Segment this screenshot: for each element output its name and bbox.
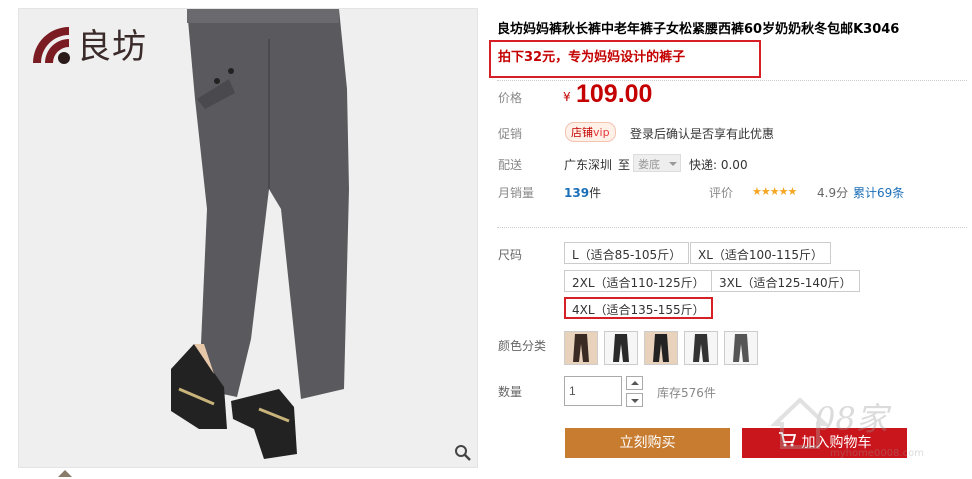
promotion-label: 促销 <box>498 127 523 141</box>
color-label: 颜色分类 <box>498 339 547 353</box>
chevron-up-icon <box>631 381 639 385</box>
brand-logo-icon <box>29 23 71 65</box>
divider <box>497 80 967 81</box>
monthly-sales-value: 139件 <box>564 184 601 201</box>
watermark-text: 08家 <box>815 400 888 438</box>
divider <box>497 227 967 228</box>
rating-stars-icon: ★★★★★ <box>752 185 797 198</box>
price-label: 价格 <box>498 91 523 105</box>
size-option-2xl[interactable]: 2XL（适合110-125斤） <box>564 270 713 292</box>
color-swatch-1[interactable] <box>564 331 598 365</box>
buy-now-button[interactable]: 立刻购买 <box>565 428 730 458</box>
product-title: 良坊妈妈裤秋长裤中老年裤子女松紧腰西裤60岁奶奶秋冬包邮K3046 <box>497 22 900 37</box>
size-option-4xl[interactable]: 4XL（适合135-155斤） <box>564 297 713 319</box>
sales-count: 139 <box>564 186 590 200</box>
size-option-xl[interactable]: XL（适合100-115斤） <box>690 242 832 264</box>
destination-select[interactable]: 娄底 <box>633 154 681 172</box>
brand-logo: 良坊 <box>29 19 147 68</box>
badge-vip-text: vip <box>593 126 610 139</box>
watermark-url: myhome0008.com <box>830 448 924 459</box>
size-option-3xl[interactable]: 3XL（适合125-140斤） <box>711 270 860 292</box>
quantity-label: 数量 <box>498 385 523 399</box>
size-option-l[interactable]: L（适合85-105斤） <box>564 242 690 264</box>
shipping-fee: 快递: 0.00 <box>689 158 748 172</box>
quantity-decrement-button[interactable] <box>626 393 643 407</box>
quantity-input[interactable] <box>564 376 622 406</box>
stock-text: 库存576件 <box>657 386 716 400</box>
quantity-increment-button[interactable] <box>626 376 643 390</box>
chevron-down-icon <box>669 162 677 166</box>
sales-unit: 件 <box>589 186 602 200</box>
badge-shop-text: 店铺 <box>571 126 593 139</box>
color-swatch-2[interactable] <box>604 331 638 365</box>
promo-text: 拍下32元，专为妈妈设计的裤子 <box>498 50 686 65</box>
zoom-icon[interactable] <box>453 443 473 463</box>
price-value: 109.00 <box>576 80 653 108</box>
shipping-to-word: 至 <box>618 158 631 172</box>
color-swatch-3[interactable] <box>644 331 678 365</box>
rating-label: 评价 <box>709 186 734 200</box>
size-label: 尺码 <box>498 248 523 262</box>
shipping-from: 广东深圳 <box>564 158 613 172</box>
color-swatch-5[interactable] <box>724 331 758 365</box>
reviews-link[interactable]: 累计69条 <box>853 184 904 201</box>
shipping-label: 配送 <box>498 158 523 172</box>
shop-vip-badge[interactable]: 店铺vip <box>565 122 616 142</box>
product-image-gallery[interactable]: 良坊 <box>18 8 478 468</box>
price-currency: ¥ <box>563 90 571 104</box>
promotion-note: 登录后确认是否享有此优惠 <box>630 127 775 141</box>
thumbnail-pointer-icon <box>58 470 72 477</box>
monthly-sales-label: 月销量 <box>498 186 535 200</box>
rating-score: 4.9分 <box>817 186 849 200</box>
color-swatch-4[interactable] <box>684 331 718 365</box>
site-watermark: 08家 myhome0008.com <box>770 392 970 472</box>
brand-logo-text: 良坊 <box>77 27 147 67</box>
destination-value: 娄底 <box>638 158 660 171</box>
chevron-down-icon <box>631 399 639 403</box>
product-photo <box>19 9 477 467</box>
